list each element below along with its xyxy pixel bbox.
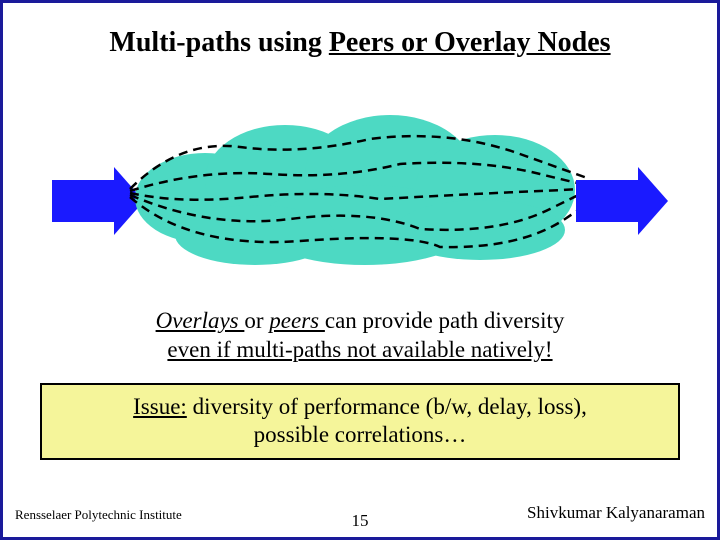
title-underlined: Peers or Overlay Nodes: [329, 27, 611, 58]
slide-title: Multi-paths using Peers or Overlay Nodes: [33, 27, 687, 59]
caption-rest1: can provide path diversity: [325, 308, 565, 333]
issue-label: Issue:: [133, 394, 187, 419]
issue-box: Issue: diversity of performance (b/w, de…: [40, 383, 680, 461]
slide-frame: Multi-paths using Peers or Overlay Nodes: [0, 0, 720, 540]
page-number: 15: [352, 511, 369, 531]
caption-text: Overlays or peers can provide path diver…: [3, 307, 717, 365]
issue-text1: diversity of performance (b/w, delay, lo…: [187, 394, 587, 419]
caption-word-peers: peers: [269, 308, 325, 333]
title-plain: Multi-paths using: [109, 27, 328, 58]
arrow-out: [576, 167, 668, 235]
network-diagram: [80, 109, 640, 279]
caption-word-overlays: Overlays: [156, 308, 245, 333]
caption-line2: even if multi-paths not available native…: [167, 337, 552, 362]
footer-author: Shivkumar Kalyanaraman: [527, 503, 705, 523]
issue-text2: possible correlations…: [254, 422, 467, 447]
footer-institute: Rensselaer Polytechnic Institute: [15, 507, 182, 523]
caption-or: or: [244, 308, 269, 333]
multipath-lines: [120, 119, 600, 259]
